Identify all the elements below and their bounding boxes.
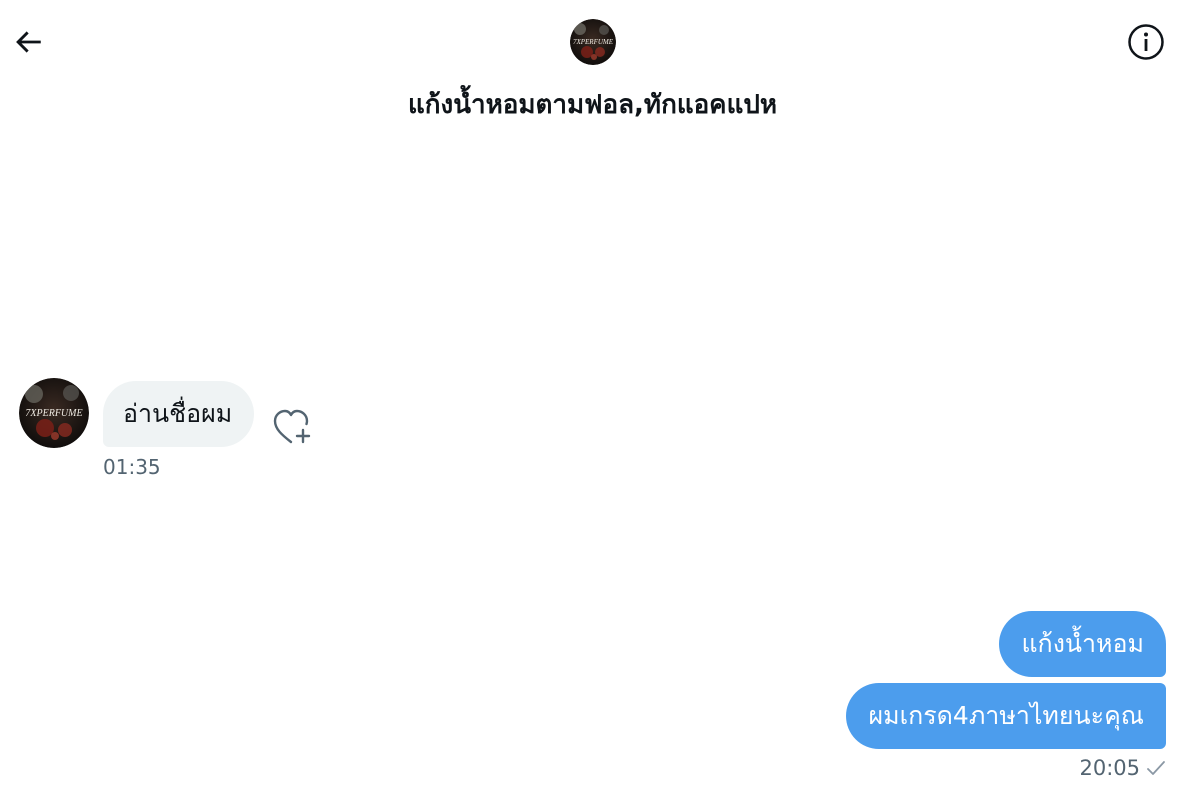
avatar-logo-text: 7XPERFUME (573, 38, 614, 46)
outgoing-message-bubble[interactable]: แก้งน้ำหอม (999, 611, 1166, 677)
sender-avatar[interactable]: 7XPERFUME (19, 378, 89, 448)
incoming-message-bubble[interactable]: อ่านชื่อผม (103, 381, 255, 447)
back-button[interactable] (8, 22, 48, 62)
header-avatar[interactable]: 7XPERFUME (570, 19, 616, 65)
chat-title: แก้งน้ำหอมตามฟอล,ทักแอคแปห (408, 90, 777, 120)
outgoing-message-text: ผมเกรด4ภาษาไทยนะคุณ (868, 701, 1144, 730)
add-reaction-button[interactable] (272, 408, 316, 448)
incoming-message-text: อ่านชื่อผม (123, 399, 233, 428)
avatar-image: 7XPERFUME (19, 378, 89, 448)
outgoing-message-time: 20:05 (1079, 756, 1140, 780)
checkmark-icon (1147, 761, 1165, 775)
info-circle-icon (1128, 24, 1164, 60)
arrow-left-icon (16, 31, 41, 53)
avatar-logo-text: 7XPERFUME (25, 408, 82, 419)
outgoing-message-meta: 20:05 (1079, 756, 1166, 780)
outgoing-message-text: แก้งน้ำหอม (1021, 629, 1144, 658)
heart-plus-icon (273, 409, 311, 444)
incoming-message-time: 01:35 (103, 455, 161, 479)
avatar-image: 7XPERFUME (570, 19, 616, 65)
outgoing-message-bubble[interactable]: ผมเกรด4ภาษาไทยนะคุณ (846, 683, 1166, 749)
info-button[interactable] (1126, 22, 1166, 62)
